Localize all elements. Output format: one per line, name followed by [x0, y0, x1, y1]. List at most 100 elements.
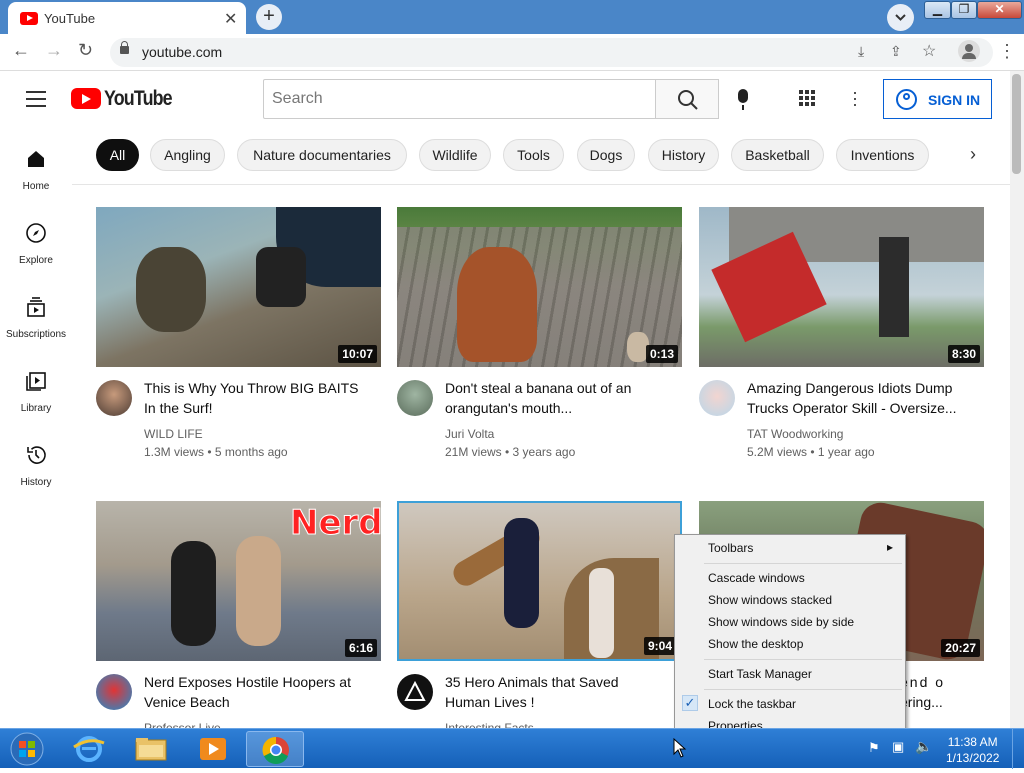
menu-item-task-manager[interactable]: Start Task Manager: [708, 667, 812, 681]
menu-separator: [704, 659, 902, 660]
channel-avatar[interactable]: [96, 674, 132, 710]
install-icon[interactable]: ⤓: [858, 43, 864, 60]
channel-avatar[interactable]: [699, 380, 735, 416]
chip-inventions[interactable]: Inventions: [836, 139, 929, 171]
sidebar-item-library[interactable]: Library: [0, 370, 72, 430]
video-title-line[interactable]: In the Surf!: [144, 398, 369, 418]
browser-tab[interactable]: YouTube ✕: [8, 2, 246, 34]
taskbar-media-player[interactable]: [184, 731, 242, 767]
video-title-line[interactable]: orangutan's mouth...: [445, 398, 670, 418]
chevron-down-icon: [895, 14, 906, 21]
chevron-right-icon[interactable]: ›: [970, 144, 976, 165]
menu-item-stacked[interactable]: Show windows stacked: [708, 593, 832, 607]
video-thumbnail[interactable]: 10:07: [96, 207, 381, 367]
history-icon: [27, 446, 46, 464]
tab-close-icon[interactable]: ✕: [224, 9, 237, 29]
bookmark-star-icon[interactable]: ☆: [922, 41, 936, 61]
sidebar-item-subscriptions[interactable]: Subscriptions: [0, 296, 72, 356]
network-icon[interactable]: ▣: [892, 739, 904, 755]
forward-arrow-icon[interactable]: →: [45, 40, 63, 61]
microphone-icon[interactable]: [738, 89, 748, 110]
sidebar-item-history[interactable]: History: [0, 444, 72, 504]
taskbar-chrome[interactable]: [246, 731, 304, 767]
new-tab-button[interactable]: +: [256, 4, 282, 30]
sign-in-button[interactable]: SIGN IN: [883, 79, 992, 119]
scrollbar-thumb[interactable]: [1012, 74, 1021, 174]
channel-name[interactable]: TAT Woodworking: [747, 427, 843, 441]
search-icon: [678, 90, 698, 110]
menu-item-lock-taskbar[interactable]: Lock the taskbar: [708, 697, 796, 711]
chip-dogs[interactable]: Dogs: [577, 139, 635, 171]
search-button[interactable]: [655, 79, 719, 119]
video-meta: 5.2M views • 1 year ago: [747, 445, 875, 459]
taskbar-internet-explorer[interactable]: [60, 731, 118, 767]
share-icon[interactable]: ⇪: [890, 43, 902, 60]
menu-item-toolbars[interactable]: Toolbars: [708, 541, 753, 555]
video-title-line[interactable]: Nerd Exposes Hostile Hoopers at: [144, 672, 369, 692]
start-button[interactable]: [6, 731, 48, 767]
hamburger-menu-icon[interactable]: [26, 91, 46, 112]
reload-icon[interactable]: ↻: [78, 40, 93, 61]
fish-bait-shape: [136, 247, 206, 332]
channel-name[interactable]: WILD LIFE: [144, 427, 203, 441]
youtube-wordmark[interactable]: YouTube: [104, 87, 173, 111]
media-player-icon: [200, 738, 226, 760]
address-bar-row: ← → ↻ youtube.com ⤓ ⇪ ☆: [0, 34, 1024, 71]
channel-avatar[interactable]: [397, 380, 433, 416]
video-title-line[interactable]: Venice Beach: [144, 692, 369, 712]
menu-item-cascade[interactable]: Cascade windows: [708, 571, 805, 585]
video-title[interactable]: This is Why You Throw BIG BAITS In the Su…: [144, 378, 369, 418]
video-thumbnail[interactable]: 9:04: [397, 501, 682, 661]
video-title-line[interactable]: Don't steal a banana out of an: [445, 378, 670, 398]
chip-tools[interactable]: Tools: [503, 139, 564, 171]
video-title[interactable]: Nerd Exposes Hostile Hoopers at Venice Be…: [144, 672, 369, 712]
chip-basketball[interactable]: Basketball: [731, 139, 824, 171]
close-window-button[interactable]: ✕: [977, 1, 1022, 19]
channel-avatar[interactable]: [397, 674, 433, 710]
minimize-button[interactable]: ▁: [924, 1, 951, 19]
menu-separator: [704, 689, 902, 690]
search-input[interactable]: Search: [263, 79, 656, 119]
menu-item-side-by-side[interactable]: Show windows side by side: [708, 615, 854, 629]
video-title-line[interactable]: 35 Hero Animals that Saved: [445, 672, 670, 692]
video-title-line[interactable]: Trucks Operator Skill - Oversize...: [747, 398, 972, 418]
settings-dots-icon[interactable]: · · ·: [852, 83, 858, 113]
tab-search-button[interactable]: [887, 4, 914, 31]
video-title[interactable]: 35 Hero Animals that Saved Human Lives !: [445, 672, 670, 712]
video-thumbnail[interactable]: 8:30: [699, 207, 984, 367]
url-text[interactable]: youtube.com: [142, 44, 222, 60]
video-title[interactable]: Don't steal a banana out of an orangutan'…: [445, 378, 670, 418]
chip-all[interactable]: All: [96, 139, 139, 171]
lock-icon[interactable]: [120, 41, 129, 54]
profile-icon[interactable]: [958, 40, 980, 62]
channel-avatar[interactable]: [96, 380, 132, 416]
chip-nature-documentaries[interactable]: Nature documentaries: [237, 139, 407, 171]
chip-angling[interactable]: Angling: [150, 139, 225, 171]
video-duration: 20:27: [941, 639, 980, 657]
youtube-logo-icon[interactable]: [71, 88, 101, 109]
video-title-line[interactable]: Human Lives !: [445, 692, 670, 712]
maximize-button[interactable]: ❐: [951, 1, 977, 19]
system-clock[interactable]: 11:38 AM 1/13/2022: [946, 734, 999, 766]
apps-grid-icon[interactable]: [799, 90, 817, 108]
windows-taskbar[interactable]: ⚑ ▣ 🔈 11:38 AM 1/13/2022: [0, 728, 1024, 769]
video-title-line[interactable]: This is Why You Throw BIG BAITS: [144, 378, 369, 398]
taskbar-file-explorer[interactable]: [122, 731, 180, 767]
channel-name[interactable]: Juri Volta: [445, 427, 494, 441]
menu-item-show-desktop[interactable]: Show the desktop: [708, 637, 803, 651]
chip-wildlife[interactable]: Wildlife: [419, 139, 491, 171]
video-title[interactable]: Amazing Dangerous Idiots Dump Trucks Oper…: [747, 378, 972, 418]
video-thumbnail[interactable]: 0:13: [397, 207, 682, 367]
action-center-flag-icon[interactable]: ⚑: [868, 740, 880, 756]
volume-icon[interactable]: 🔈: [915, 738, 932, 755]
sidebar-item-home[interactable]: Home: [0, 148, 72, 208]
omnibox[interactable]: youtube.com ⤓ ⇪ ☆: [110, 38, 993, 67]
chrome-menu-icon[interactable]: ⋮: [998, 40, 1016, 62]
back-arrow-icon[interactable]: ←: [12, 40, 30, 61]
video-thumbnail[interactable]: Nerd 6:16: [96, 501, 381, 661]
video-title-line[interactable]: Amazing Dangerous Idiots Dump: [747, 378, 972, 398]
chip-history[interactable]: History: [648, 139, 719, 171]
sign-in-label: SIGN IN: [928, 92, 981, 108]
show-desktop-button[interactable]: [1012, 729, 1024, 769]
sidebar-item-explore[interactable]: Explore: [0, 222, 72, 282]
